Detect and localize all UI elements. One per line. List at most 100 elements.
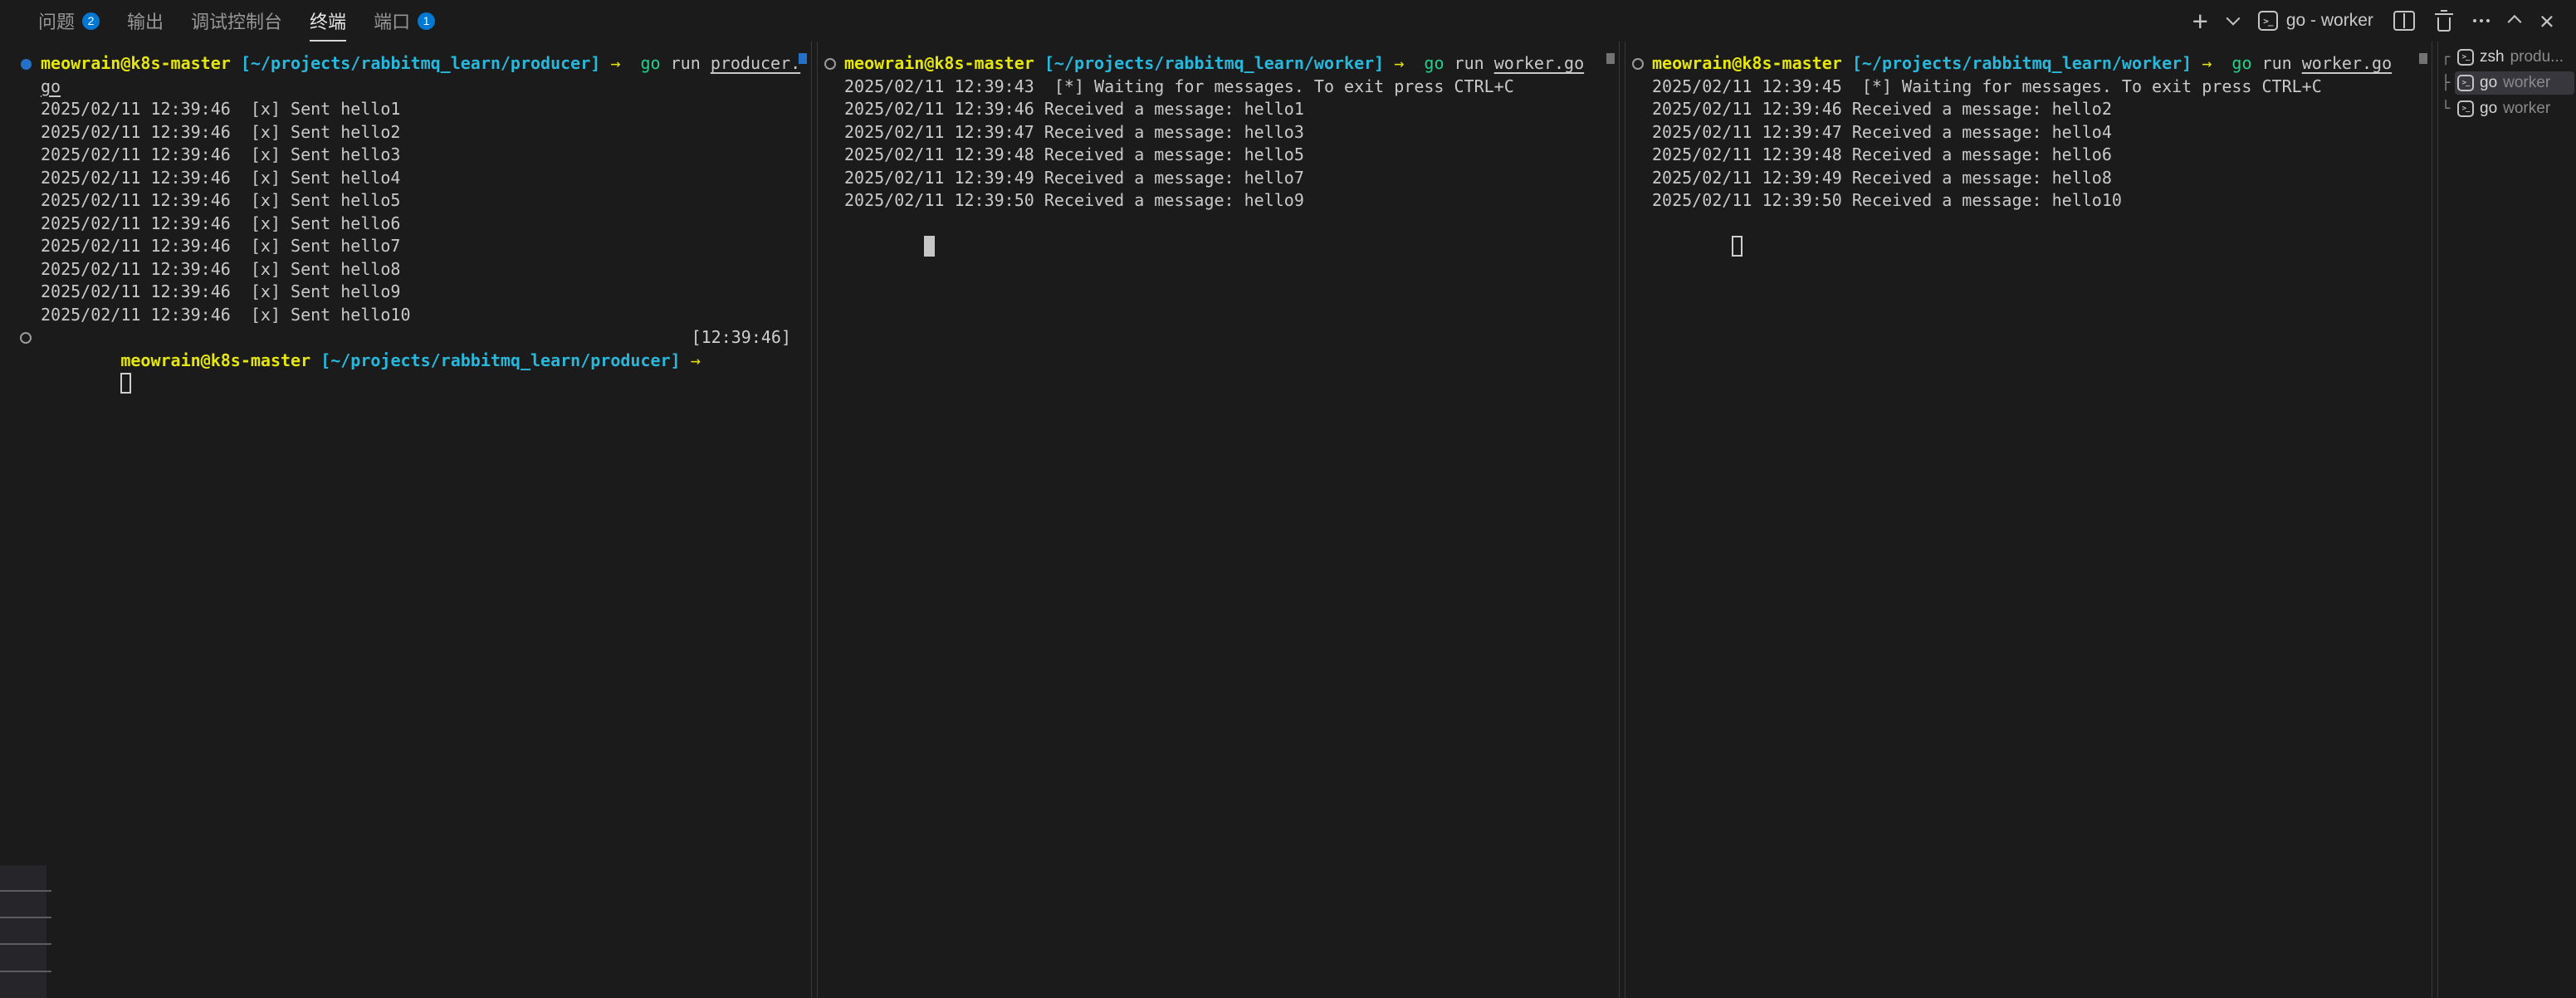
prompt-segment: go xyxy=(2231,53,2251,73)
prompt-segment: worker.go xyxy=(1494,53,1584,73)
close-panel-button[interactable]: × xyxy=(2539,8,2554,34)
command-decoration-prompt[interactable] xyxy=(20,332,32,344)
terminal-title-label: worker xyxy=(2503,74,2550,92)
terminal-pane-worker-2[interactable]: meowrain@k8s-master [~/projects/rabbitmq… xyxy=(1625,42,2432,998)
terminal-output-line: 2025/02/11 12:39:46 Received a message: … xyxy=(844,98,1619,121)
tab-debug-console-label: 调试控制台 xyxy=(191,7,282,34)
command-wrap-line: go xyxy=(41,76,811,99)
terminal-title-label: produ... xyxy=(2510,48,2564,66)
command-decoration-running[interactable] xyxy=(1632,58,1644,70)
tab-problems[interactable]: 问题 2 xyxy=(38,7,100,34)
prompt-segment xyxy=(2212,53,2231,73)
terminal-output-line: 2025/02/11 12:39:46 [x] Sent hello8 xyxy=(41,258,811,281)
maximize-panel-button[interactable] xyxy=(2510,16,2520,26)
prompt-segment xyxy=(701,350,721,370)
terminal-cursor xyxy=(1732,236,1743,257)
scrollbar-command-decoration[interactable] xyxy=(2419,53,2427,64)
terminal-shell-label: go xyxy=(2480,100,2497,118)
kill-terminal-button[interactable] xyxy=(2435,10,2453,32)
prompt-segment: → xyxy=(2202,53,2212,73)
tab-terminal-label: 终端 xyxy=(310,7,346,34)
ellipsis-icon xyxy=(2473,19,2490,22)
terminal-output-line: 2025/02/11 12:39:50 Received a message: … xyxy=(844,189,1619,213)
scrollbar-command-decoration[interactable] xyxy=(1606,53,1615,64)
tab-terminal[interactable]: 终端 xyxy=(310,7,346,34)
terminal-pane-worker-1[interactable]: meowrain@k8s-master [~/projects/rabbitmq… xyxy=(818,42,1619,998)
prompt-segment: [~/projects/rabbitmq_learn/producer] xyxy=(241,53,600,73)
prompt-segment xyxy=(681,350,691,370)
terminal-title-label: worker xyxy=(2503,100,2550,118)
problems-count-badge: 2 xyxy=(82,12,100,30)
more-actions-button[interactable] xyxy=(2473,19,2490,22)
plus-icon: + xyxy=(2192,7,2208,35)
prompt-segment xyxy=(1384,53,1394,73)
terminal-shell-label: zsh xyxy=(2480,48,2505,66)
prompt-segment xyxy=(620,53,640,73)
prompt-text: meowrain@k8s-master [~/projects/rabbitmq… xyxy=(120,350,721,370)
prompt-segment: → xyxy=(610,53,620,73)
active-terminal-label: go - worker xyxy=(2286,11,2373,31)
command-decoration-running[interactable] xyxy=(824,58,836,70)
left-strip xyxy=(0,865,46,998)
prompt-segment: producer. xyxy=(711,53,800,73)
terminal-profile-dropdown-button[interactable] xyxy=(2228,16,2238,26)
terminal-pane-producer[interactable]: meowrain@k8s-master [~/projects/rabbitmq… xyxy=(0,42,811,998)
prompt-segment: meowrain@k8s-master xyxy=(844,53,1034,73)
terminal-output-line: 2025/02/11 12:39:46 [x] Sent hello1 xyxy=(41,98,811,121)
terminal-tabs-list: ┌ >_ zsh produ... ├ >_ go worker └ >_ go… xyxy=(2437,42,2576,998)
terminal-output-line: 2025/02/11 12:39:50 Received a message: … xyxy=(1652,189,2432,213)
terminal-list-item-go-worker-1[interactable]: ├ >_ go worker xyxy=(2438,71,2576,95)
terminal-output-line: 2025/02/11 12:39:46 [x] Sent hello10 xyxy=(41,304,811,327)
terminal-output: 2025/02/11 12:39:45 [*] Waiting for mess… xyxy=(1652,76,2432,213)
terminal-icon: >_ xyxy=(2258,11,2278,31)
prompt-segment: → xyxy=(1394,53,1404,73)
terminal-cursor xyxy=(924,236,935,257)
prompt-segment: go xyxy=(1424,53,1444,73)
new-terminal-button[interactable]: + xyxy=(2192,7,2208,35)
prompt-segment xyxy=(310,350,320,370)
prompt-segment xyxy=(231,53,241,73)
prompt-segment xyxy=(1404,53,1424,73)
prompt-line: meowrain@k8s-master [~/projects/rabbitmq… xyxy=(844,52,1619,76)
tab-ports[interactable]: 端口 1 xyxy=(374,7,435,34)
terminal-output-line: 2025/02/11 12:39:48 Received a message: … xyxy=(844,144,1619,167)
cursor-line xyxy=(844,213,1619,236)
prompt-segment: worker.go xyxy=(2302,53,2392,73)
prompt-line: meowrain@k8s-master [~/projects/rabbitmq… xyxy=(41,52,811,76)
prompt-line-current: meowrain@k8s-master [~/projects/rabbitmq… xyxy=(41,326,811,350)
prompt-segment: run xyxy=(661,53,711,73)
prompt-segment: → xyxy=(691,350,701,370)
tab-problems-label: 问题 xyxy=(38,7,75,34)
prompt-segment xyxy=(1034,53,1044,73)
prompt-segment: [~/projects/rabbitmq_learn/worker] xyxy=(1044,53,1384,73)
terminal-output: 2025/02/11 12:39:46 [x] Sent hello12025/… xyxy=(41,98,811,326)
terminal-output: 2025/02/11 12:39:43 [*] Waiting for mess… xyxy=(844,76,1619,213)
terminal-output-line: 2025/02/11 12:39:46 [x] Sent hello3 xyxy=(41,144,811,167)
command-decoration-success[interactable] xyxy=(21,59,32,70)
terminal-output-line: 2025/02/11 12:39:43 [*] Waiting for mess… xyxy=(844,76,1619,99)
prompt-segment xyxy=(600,53,610,73)
terminal-list-item-zsh-producer[interactable]: ┌ >_ zsh produ... xyxy=(2438,45,2576,70)
prompt-segment: meowrain@k8s-master xyxy=(41,53,231,73)
scrollbar-command-decoration[interactable] xyxy=(799,53,807,64)
tab-debug-console[interactable]: 调试控制台 xyxy=(191,7,282,34)
prompt-segment: meowrain@k8s-master xyxy=(120,350,310,370)
active-terminal-profile[interactable]: >_ go - worker xyxy=(2258,11,2373,31)
chevron-up-icon xyxy=(2507,15,2521,29)
prompt-segment: run xyxy=(1444,53,1494,73)
terminal-icon: >_ xyxy=(2457,100,2474,117)
tab-output-label: 输出 xyxy=(127,7,164,34)
split-terminal-button[interactable] xyxy=(2393,11,2415,31)
panel-tab-bar: 问题 2 输出 调试控制台 终端 端口 1 xyxy=(0,0,2576,42)
terminal-output-line: 2025/02/11 12:39:48 Received a message: … xyxy=(1652,144,2432,167)
pane-sash[interactable] xyxy=(811,42,818,998)
terminal-output-line: 2025/02/11 12:39:49 Received a message: … xyxy=(844,167,1619,190)
pane-sash[interactable] xyxy=(1619,42,1625,998)
terminal-output-line: 2025/02/11 12:39:46 [x] Sent hello2 xyxy=(41,121,811,144)
prompt-segment xyxy=(2192,53,2202,73)
prompt-segment: go xyxy=(641,53,661,73)
terminal-output-line: 2025/02/11 12:39:49 Received a message: … xyxy=(1652,167,2432,190)
terminal-list-item-go-worker-2[interactable]: └ >_ go worker xyxy=(2438,96,2576,121)
prompt-segment: [~/projects/rabbitmq_learn/producer] xyxy=(320,350,680,370)
tab-output[interactable]: 输出 xyxy=(127,7,164,34)
